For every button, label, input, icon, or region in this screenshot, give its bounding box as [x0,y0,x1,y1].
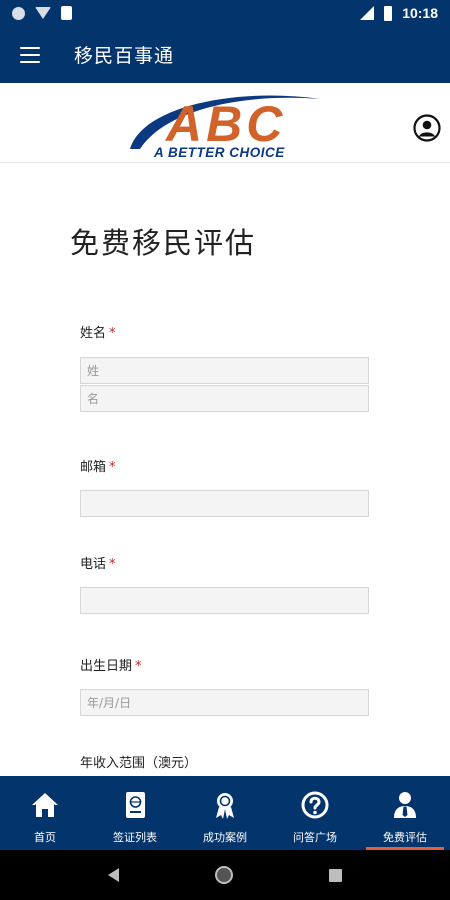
surname-input[interactable] [80,357,369,384]
income-label: 年收入范围（澳元） [80,752,197,771]
wifi-icon [35,7,51,19]
logo-tagline: A BETTER CHOICE [153,145,285,159]
nav-item-free-assessment[interactable]: 免费评估 [360,776,450,850]
email-label-text: 邮箱 [80,460,107,475]
app-bar: 移民百事通 [0,26,450,83]
given-name-input[interactable] [80,385,369,412]
page-title: 免费移民评估 [70,226,257,260]
hamburger-menu-icon [20,46,40,63]
user-tie-icon [394,792,416,818]
birthdate-label-text: 出生日期 [80,659,133,674]
required-mark: * [109,460,116,475]
email-input[interactable] [80,490,369,517]
birthdate-label: 出生日期 * [80,655,142,674]
battery-icon [384,5,393,21]
nav-label: 成功案例 [203,831,247,844]
nav-item-home[interactable]: 首页 [0,776,90,850]
nav-label: 问答广场 [293,831,337,844]
email-label: 邮箱 * [80,456,116,475]
sd-card-icon [61,6,72,20]
notification-dot-icon [12,6,25,20]
nav-item-qa[interactable]: 问答广场 [270,776,360,850]
question-circle-icon [301,791,329,819]
nav-item-visa-list[interactable]: 签证列表 [90,776,180,850]
name-label-text: 姓名 [80,326,107,341]
abc-logo: ABC A BETTER CHOICE [130,95,320,159]
system-nav-bar [0,850,450,900]
signal-icon [360,6,375,20]
phone-input[interactable] [80,587,369,614]
name-label: 姓名 * [80,322,116,341]
menu-button[interactable] [0,26,60,83]
award-ribbon-icon [216,793,234,819]
nav-item-success-cases[interactable]: 成功案例 [180,776,270,850]
home-icon [32,793,58,817]
recent-apps-icon[interactable] [329,868,342,882]
passport-icon [126,792,145,818]
income-label-text: 年收入范围（澳元） [80,756,198,771]
required-mark: * [109,557,116,572]
required-mark: * [109,326,116,341]
account-circle-icon[interactable] [413,114,441,142]
home-circle-icon[interactable] [215,866,233,884]
logo-header: ABC A BETTER CHOICE [0,83,450,163]
birthdate-input[interactable] [80,689,369,716]
status-time: 10:18 [402,5,438,21]
status-bar: 10:18 [0,0,450,26]
phone-label: 电话 * [80,553,116,572]
back-icon[interactable] [108,868,119,882]
logo-letters: ABC [164,96,286,152]
nav-label: 首页 [34,831,56,844]
required-mark: * [135,659,142,674]
bottom-nav: 首页 签证列表 成功案例 问答广场 免费评估 [0,776,450,850]
nav-label: 签证列表 [113,831,157,844]
app-title: 移民百事通 [74,45,175,67]
phone-label-text: 电话 [80,557,107,572]
nav-label: 免费评估 [383,831,427,844]
